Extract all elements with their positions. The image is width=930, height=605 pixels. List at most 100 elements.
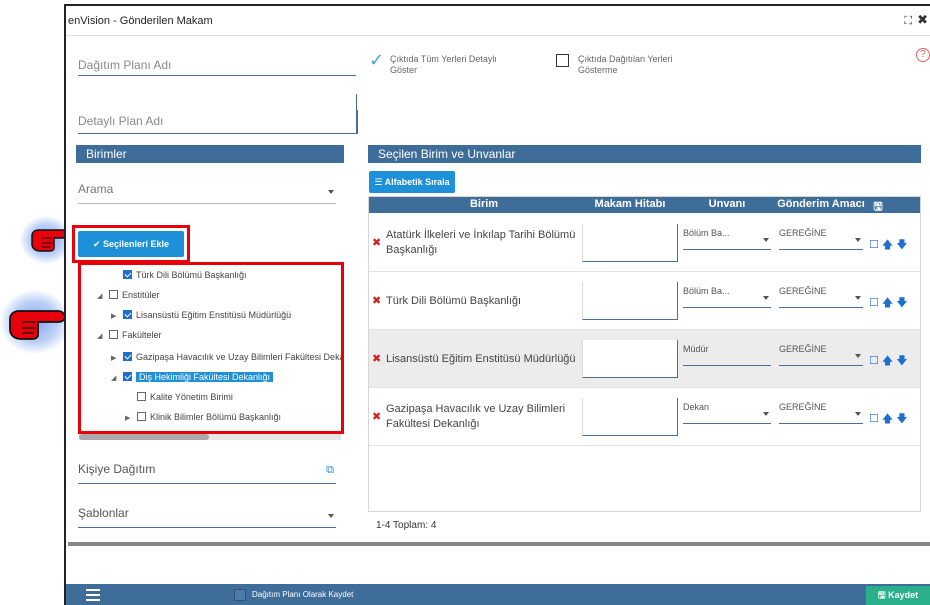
- unvan-select[interactable]: Müdür: [683, 344, 771, 366]
- row-birim: Gazipaşa Havacılık ve Uzay Bilimleri Fak…: [386, 403, 566, 430]
- arrow-down-icon[interactable]: 🡇: [896, 297, 907, 309]
- save-as-plan-label: Dağıtım Planı Olarak Kaydet: [252, 590, 354, 599]
- table-row: ✖ Türk Dili Bölümü Başkanlığı Bölüm Ba..…: [369, 272, 920, 330]
- kisiye-dagitim-field[interactable]: Kişiye Dağıtım ⧉: [78, 462, 336, 484]
- help-icon[interactable]: ?: [916, 48, 930, 62]
- tree-item[interactable]: Kalite Yönetim Birimi: [137, 390, 233, 404]
- tree-item-label: Fakülteler: [122, 330, 162, 340]
- tree-checkbox[interactable]: [123, 352, 132, 361]
- gonderim-amaci-value: GEREĞİNE: [779, 402, 827, 412]
- edit-icon[interactable]: ☐: [869, 297, 879, 309]
- arrow-up-icon[interactable]: 🡅: [882, 413, 893, 425]
- gonderim-amaci-select[interactable]: GEREĞİNE: [779, 344, 863, 366]
- birimler-header: Birimler: [76, 145, 344, 163]
- tree-item[interactable]: ◢ Fakülteler: [97, 328, 162, 342]
- save-as-plan-checkbox[interactable]: [234, 589, 246, 601]
- expand-right-icon[interactable]: ▶: [111, 310, 119, 324]
- restore-icon[interactable]: ⛶: [904, 15, 912, 27]
- kisiye-dagitim-label: Kişiye Dağıtım: [78, 462, 156, 476]
- expand-right-icon[interactable]: ▶: [111, 352, 119, 366]
- tree-item-label: Klinik Bilimler Bölümü Başkanlığı: [150, 412, 282, 422]
- tree-checkbox[interactable]: [109, 290, 118, 299]
- scrollbar-thumb[interactable]: [79, 434, 209, 440]
- hide-distributed-checkbox[interactable]: [556, 54, 569, 67]
- tree-checkbox[interactable]: [109, 330, 118, 339]
- menu-icon[interactable]: [86, 589, 100, 601]
- arrow-up-icon[interactable]: 🡅: [882, 355, 893, 367]
- tree-item-selected[interactable]: ◢ Diş Hekimliği Fakültesi Dekanlığı: [111, 370, 274, 386]
- chevron-down-icon: [328, 190, 334, 194]
- chevron-down-icon: [763, 412, 769, 416]
- gonderim-amaci-select[interactable]: GEREĞİNE: [779, 402, 863, 424]
- pagination-total: 1-4 Toplam: 4: [376, 520, 437, 531]
- edit-icon[interactable]: ☐: [869, 239, 879, 251]
- delete-row-icon[interactable]: ✖: [372, 236, 381, 249]
- detail-plan-input[interactable]: Detaylı Plan Adı: [78, 110, 358, 134]
- add-selected-button[interactable]: ✔ Seçilenleri Ekle: [78, 231, 184, 257]
- gonderim-amaci-select[interactable]: GEREĞİNE: [779, 286, 863, 308]
- tree-item[interactable]: ▶ Klinik Bilimler Bölümü Başkanlığı: [125, 410, 281, 424]
- delete-row-icon[interactable]: ✖: [372, 294, 381, 307]
- selected-units-header: Seçilen Birim ve Unvanlar: [368, 145, 921, 163]
- arrow-up-icon[interactable]: 🡅: [882, 239, 893, 251]
- search-input[interactable]: Arama: [78, 182, 336, 204]
- edit-icon[interactable]: ☐: [869, 413, 879, 425]
- tree-checkbox[interactable]: [137, 412, 146, 421]
- tree-item[interactable]: ▶ Gazipaşa Havacılık ve Uzay Bilimleri Fa…: [111, 350, 341, 364]
- tree-checkbox[interactable]: [137, 392, 146, 401]
- edit-icon[interactable]: ☐: [869, 355, 879, 367]
- table-header: Birim Makam Hitabı Unvanı Gönderim Amacı…: [369, 197, 920, 213]
- unvan-select[interactable]: Bölüm Ba...: [683, 228, 771, 250]
- unvan-select[interactable]: Bölüm Ba...: [683, 286, 771, 308]
- tree-item[interactable]: ▶ Lisansüstü Eğitim Enstitüsü Müdürlüğü: [111, 308, 291, 322]
- chevron-down-icon: [328, 514, 334, 518]
- popup-link-icon[interactable]: ⧉: [326, 464, 334, 477]
- tree-checkbox[interactable]: [123, 372, 132, 381]
- envision-window: enVision - Gönderilen Makam ⛶ ✖ Dağıtım …: [64, 4, 930, 605]
- col-unvani: Unvanı: [708, 198, 746, 210]
- plan-name-input[interactable]: Dağıtım Planı Adı: [78, 54, 356, 76]
- row-birim: Lisansüstü Eğitim Enstitüsü Müdürlüğü: [386, 353, 576, 365]
- show-all-detailed-label: Çıktıda Tüm Yerleri Detaylı Göster: [390, 54, 497, 75]
- templates-select[interactable]: Şablonlar: [78, 506, 336, 528]
- birimler-title: Birimler: [86, 147, 127, 161]
- row-actions: ☐ 🡅 🡇: [869, 236, 911, 255]
- tree-checkbox[interactable]: [123, 270, 132, 279]
- add-selected-label: Seçilenleri Ekle: [103, 239, 170, 249]
- search-placeholder: Arama: [78, 182, 114, 196]
- col-gonderim-amaci: Gönderim Amacı: [777, 198, 865, 210]
- expand-right-icon[interactable]: ▶: [125, 412, 133, 426]
- selected-units-table: Birim Makam Hitabı Unvanı Gönderim Amacı…: [368, 196, 921, 512]
- tree-horizontal-scrollbar[interactable]: [79, 434, 341, 440]
- delete-row-icon[interactable]: ✖: [372, 352, 381, 365]
- col-birim: Birim: [469, 198, 499, 210]
- makam-hitabi-input[interactable]: [582, 398, 678, 436]
- col-makam-hitabi: Makam Hitabı: [594, 198, 666, 210]
- delete-row-icon[interactable]: ✖: [372, 410, 381, 423]
- tree-checkbox[interactable]: [123, 310, 132, 319]
- tree-item[interactable]: ◢ Enstitüler: [97, 288, 160, 302]
- unvan-select[interactable]: Dekan: [683, 402, 771, 424]
- arrow-down-icon[interactable]: 🡇: [896, 413, 907, 425]
- arrow-up-icon[interactable]: 🡅: [882, 297, 893, 309]
- close-icon[interactable]: ✖: [917, 12, 928, 27]
- expand-down-icon[interactable]: ◢: [97, 330, 105, 344]
- unvan-value: Dekan: [683, 402, 710, 412]
- arrow-down-icon[interactable]: 🡇: [896, 355, 907, 367]
- save-button[interactable]: 🖫 Kaydet: [866, 586, 930, 605]
- show-all-checkmark-icon[interactable]: ✓: [369, 50, 384, 71]
- makam-hitabi-input[interactable]: [582, 340, 678, 378]
- expand-down-icon[interactable]: ◢: [97, 290, 105, 304]
- resize-divider[interactable]: [68, 542, 930, 546]
- arrow-down-icon[interactable]: 🡇: [896, 239, 907, 251]
- tree-item[interactable]: Türk Dili Bölümü Başkanlığı: [123, 268, 247, 282]
- gonderim-amaci-value: GEREĞİNE: [779, 344, 827, 354]
- makam-hitabi-input[interactable]: [582, 224, 678, 262]
- alphabetic-sort-label: Alfabetik Sırala: [384, 177, 450, 187]
- alphabetic-sort-button[interactable]: ☰ Alfabetik Sırala: [369, 171, 455, 193]
- expand-down-icon[interactable]: ◢: [111, 372, 119, 386]
- makam-hitabi-input[interactable]: [582, 282, 678, 320]
- plan-name-placeholder: Dağıtım Planı Adı: [78, 58, 172, 72]
- gonderim-amaci-select[interactable]: GEREĞİNE: [779, 228, 863, 250]
- chevron-down-icon: [855, 296, 861, 300]
